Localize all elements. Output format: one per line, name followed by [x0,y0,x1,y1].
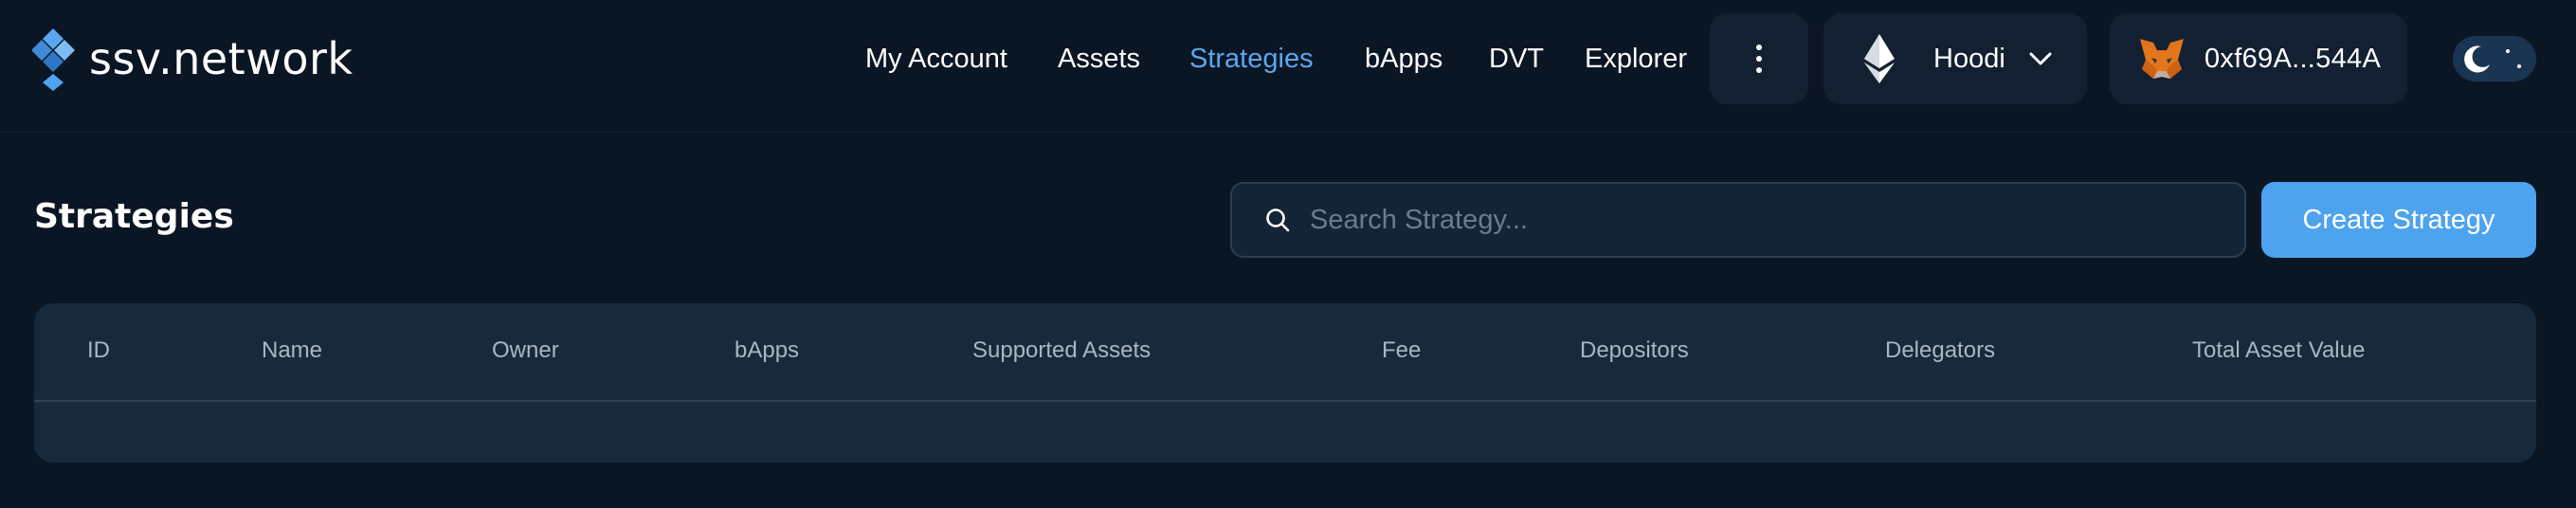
ethereum-icon [1864,34,1895,83]
page-title: Strategies [34,197,234,236]
search-bar[interactable] [1230,182,2246,258]
nav-strategies[interactable]: Strategies [1189,34,1314,83]
wallet-button[interactable]: 0xf69A...544A [2110,13,2407,104]
moon-icon [2464,45,2490,73]
metamask-fox-icon [2140,39,2184,79]
column-header-delegators[interactable]: Delegators [1885,337,1995,364]
nav-explorer[interactable]: Explorer [1585,34,1687,83]
chevron-down-icon [2029,52,2052,65]
column-header-bapps[interactable]: bApps [735,337,799,364]
column-header-total-asset-value[interactable]: Total Asset Value [2192,337,2365,364]
ssv-logo-icon [32,28,75,91]
network-selector[interactable]: Hoodi [1823,13,2087,104]
vertical-dots-icon [1756,45,1762,73]
nav-assets[interactable]: Assets [1058,34,1140,83]
network-label: Hoodi [1933,43,2005,74]
column-header-depositors[interactable]: Depositors [1580,337,1689,364]
column-header-owner[interactable]: Owner [492,337,559,364]
wallet-address: 0xf69A...544A [2204,43,2382,74]
brand-logo[interactable]: ssv.network [32,27,354,91]
search-input[interactable] [1310,191,2244,248]
strategies-table: ID Name Owner bApps Supported Assets Fee… [34,303,2536,463]
top-navbar: ssv.network My Account Assets Strategies… [0,0,2576,133]
brand-name: ssv.network [89,33,354,84]
more-menu-button[interactable] [1710,13,1808,104]
theme-toggle[interactable] [2453,36,2536,82]
star-icon [2517,64,2521,68]
table-header: ID Name Owner bApps Supported Assets Fee… [34,303,2536,402]
column-header-fee[interactable]: Fee [1382,337,1421,364]
star-icon [2506,49,2510,53]
create-strategy-button[interactable]: Create Strategy [2261,182,2536,258]
column-header-name[interactable]: Name [262,337,322,364]
nav-bapps[interactable]: bApps [1365,34,1442,83]
column-header-id[interactable]: ID [87,337,110,364]
nav-my-account[interactable]: My Account [865,34,1007,83]
column-header-supported-assets[interactable]: Supported Assets [972,337,1151,364]
search-icon [1266,209,1290,232]
nav-dvt[interactable]: DVT [1489,34,1544,83]
